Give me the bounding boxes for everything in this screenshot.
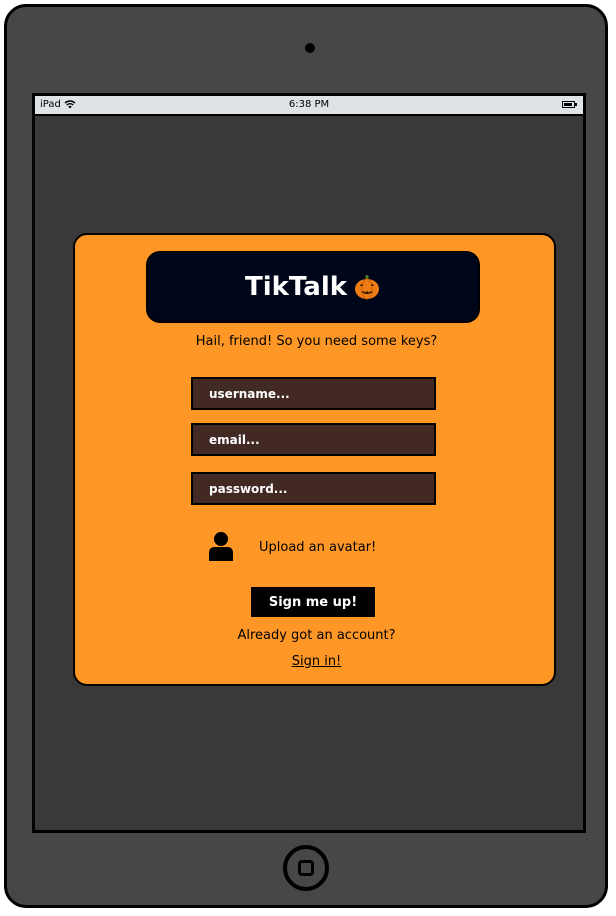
status-bar: iPad 6:38 PM [35, 96, 583, 116]
signin-link[interactable]: Sign in! [75, 654, 558, 669]
app-title: TikTalk [244, 272, 348, 302]
signup-button[interactable]: Sign me up! [251, 587, 375, 617]
email-input[interactable] [191, 423, 436, 456]
device-screen: iPad 6:38 PM TikTalk Hail, friend! So yo… [32, 93, 586, 833]
home-button[interactable] [283, 845, 329, 891]
home-button-square-icon [298, 860, 314, 876]
camera-dot [305, 43, 315, 53]
signup-card: TikTalk Hail, friend! So you need some k… [73, 233, 556, 686]
tagline: Hail, friend! So you need some keys? [195, 334, 438, 349]
password-input[interactable] [191, 472, 436, 505]
upload-avatar-label[interactable]: Upload an avatar! [259, 540, 376, 555]
ipad-device-frame: iPad 6:38 PM TikTalk Hail, friend! So yo… [4, 4, 608, 908]
status-time: 6:38 PM [288, 99, 330, 110]
user-icon[interactable] [208, 531, 234, 561]
pumpkin-icon [355, 275, 380, 300]
battery-icon [562, 101, 577, 108]
account-question-text: Already got an account? [237, 628, 396, 643]
logo-banner: TikTalk [146, 251, 480, 323]
username-input[interactable] [191, 377, 436, 410]
